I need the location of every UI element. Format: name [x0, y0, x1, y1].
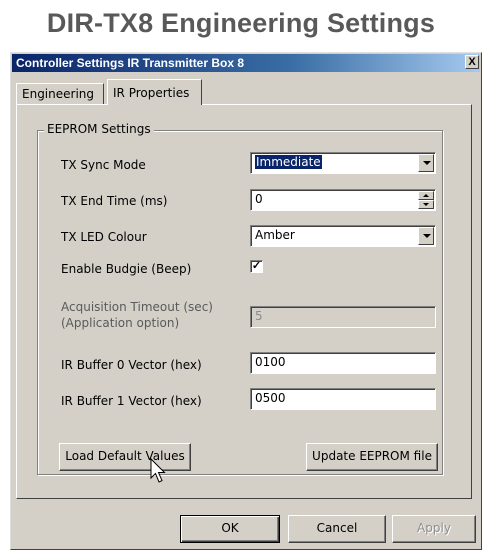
tx-led-colour-select[interactable]: Amber [250, 225, 436, 247]
tx-led-colour-value: Amber [255, 228, 295, 242]
acquisition-timeout-label: Acquisition Timeout (sec) [61, 300, 213, 314]
tab-ir-properties[interactable]: IR Properties [107, 79, 202, 105]
cancel-button[interactable]: Cancel [288, 515, 386, 543]
update-eeprom-file-button[interactable]: Update EEPROM file [306, 443, 438, 471]
eeprom-settings-label: EEPROM Settings [44, 122, 154, 136]
enable-budgie-label: Enable Budgie (Beep) [61, 262, 192, 276]
mouse-pointer-icon [150, 458, 166, 483]
page-heading: DIR-TX8 Engineering Settings [46, 8, 436, 38]
spin-down-icon[interactable] [418, 200, 434, 209]
chevron-down-icon[interactable] [418, 227, 434, 245]
tx-sync-mode-select[interactable]: Immediate [250, 152, 436, 174]
ir-buffer-0-label: IR Buffer 0 Vector (hex) [61, 358, 202, 372]
tx-led-colour-label: TX LED Colour [61, 230, 147, 244]
ir-buffer-0-value: 0100 [255, 355, 286, 369]
tx-end-time-label: TX End Time (ms) [61, 194, 168, 208]
close-button[interactable]: X [465, 55, 479, 69]
spinner-arrows [418, 191, 434, 209]
tab-engineering-label: Engineering [22, 87, 94, 101]
acquisition-timeout-value: 5 [255, 309, 263, 323]
ok-button[interactable]: OK [180, 515, 280, 543]
chevron-down-icon[interactable] [418, 154, 434, 172]
tx-sync-mode-label: TX Sync Mode [61, 158, 146, 172]
ir-buffer-1-input[interactable]: 0500 [250, 388, 436, 410]
spin-up-icon[interactable] [418, 191, 434, 200]
ir-buffer-1-label: IR Buffer 1 Vector (hex) [61, 394, 202, 408]
tx-end-time-value: 0 [255, 192, 263, 206]
enable-budgie-checkbox[interactable]: ✓ [250, 260, 263, 273]
acquisition-timeout-sublabel: (Application option) [61, 316, 180, 330]
apply-button[interactable]: Apply [392, 515, 476, 543]
window-titlebar[interactable]: Controller Settings IR Transmitter Box 8 [12, 54, 480, 72]
acquisition-timeout-field: 5 [250, 306, 436, 328]
load-default-values-button[interactable]: Load Default Values [59, 443, 191, 471]
ir-buffer-1-value: 0500 [255, 391, 286, 405]
tx-end-time-spinner[interactable]: 0 [250, 189, 436, 211]
tx-sync-mode-value: Immediate [255, 155, 322, 169]
tab-ir-properties-label: IR Properties [113, 86, 190, 100]
tab-engineering[interactable]: Engineering [16, 83, 104, 104]
ir-buffer-0-input[interactable]: 0100 [250, 352, 436, 374]
window-title: Controller Settings IR Transmitter Box 8 [16, 56, 245, 70]
